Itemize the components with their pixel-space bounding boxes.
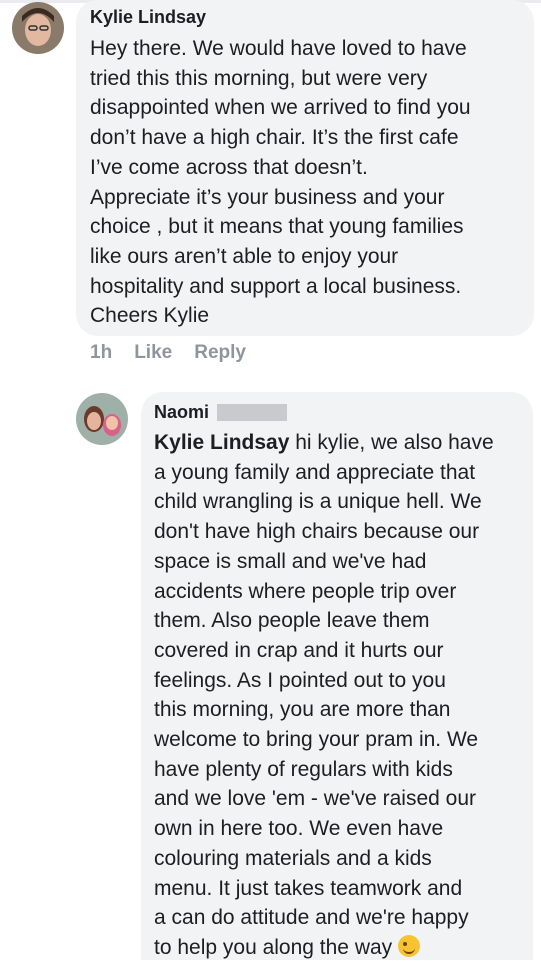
reply-line: a young family and appreciate that	[154, 460, 476, 484]
reply-line: welcome to bring your pram in. We	[154, 728, 479, 752]
reply-author: Naomi	[154, 402, 519, 423]
reply-line: this morning, you are more than	[154, 698, 451, 722]
comment-line: I’ve come across that doesn’t.	[90, 155, 368, 179]
reply-bubble: Naomi Kylie Lindsay hi kylie, we also ha…	[141, 392, 533, 960]
comment-timestamp[interactable]: 1h	[90, 342, 112, 364]
reply-line: Kylie Lindsay hi kylie, we also have	[154, 428, 519, 458]
comment-line: choice , but it means that young familie…	[90, 215, 464, 239]
reply-line: covered in crap and it hurts our	[154, 638, 444, 662]
comment-actions: 1h Like Reply	[90, 342, 246, 364]
reply-line: own in here too. We even have	[154, 817, 444, 841]
reply-line: menu. It just takes teamwork and	[154, 876, 463, 900]
comment-line: tried this this morning, but were very	[90, 66, 428, 90]
reply-line: have plenty of regulars with kids	[154, 757, 453, 781]
comment-line: Appreciate it’s your business and your	[90, 185, 445, 209]
comment-line: Cheers Kylie	[90, 304, 210, 328]
comment-line: like ours aren’t able to enjoy your	[90, 244, 399, 268]
comment-line: hospitality and support a local business…	[90, 274, 462, 298]
avatar[interactable]	[76, 393, 128, 445]
like-button[interactable]: Like	[134, 342, 172, 364]
reply-line: a can do attitude and we're happy	[154, 906, 469, 930]
reply-text: Kylie Lindsay hi kylie, we also have a y…	[154, 428, 519, 963]
comment-author[interactable]: Kylie Lindsay	[90, 7, 520, 28]
reply-line: feelings. As I pointed out to you	[154, 668, 446, 692]
reply-line: them. Also people leave them	[154, 609, 430, 633]
reply-line: child wrangling is a unique hell. We	[154, 490, 482, 514]
reply-line: accidents where people trip over	[154, 579, 457, 603]
winking-face-icon	[398, 934, 421, 957]
comment-line: Hey there. We would have loved to have	[90, 37, 467, 60]
reply-line: and we love 'em - we've raised our	[154, 787, 477, 811]
mention-link[interactable]: Kylie Lindsay	[154, 431, 289, 454]
reply-line: colouring materials and a kids	[154, 846, 432, 870]
reply-line-text: to help you along the way	[154, 935, 393, 959]
reply-line-text: hi kylie, we also have	[289, 431, 494, 454]
reply-author-name[interactable]: Naomi	[154, 402, 209, 423]
kylie-avatar-icon	[12, 2, 64, 54]
naomi-avatar-icon	[76, 393, 128, 445]
reply-line: to help you along the way	[154, 933, 519, 963]
reply-line: space is small and we've had	[154, 549, 427, 573]
redacted-surname	[217, 404, 288, 421]
reply-button[interactable]: Reply	[194, 342, 246, 364]
comment-bubble: Kylie Lindsay Hey there. We would have l…	[76, 0, 534, 336]
comment-line: disappointed when we arrived to find you	[90, 96, 471, 120]
comment-line: don’t have a high chair. It’s the first …	[90, 126, 459, 150]
avatar[interactable]	[12, 2, 64, 54]
comment-text: Hey there. We would have loved to have t…	[90, 34, 520, 331]
reply-line: don't have high chairs because our	[154, 520, 480, 544]
